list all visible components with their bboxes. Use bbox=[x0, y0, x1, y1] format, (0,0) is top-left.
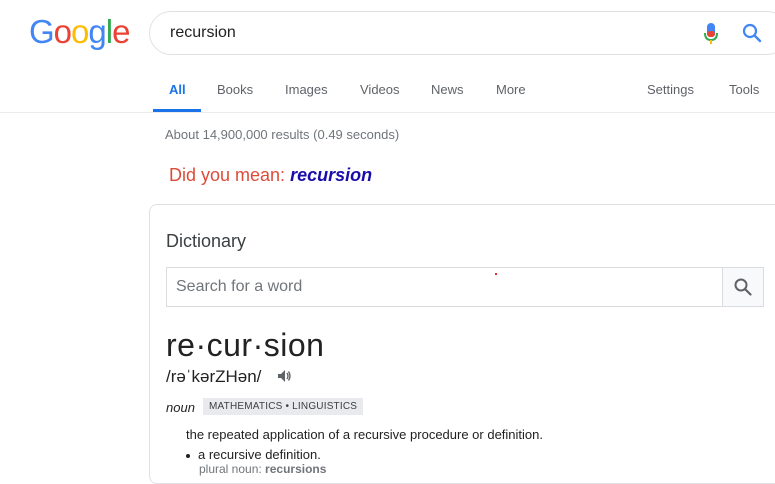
tab-videos[interactable]: Videos bbox=[360, 82, 400, 97]
tab-more[interactable]: More bbox=[496, 82, 526, 97]
did-you-mean: Did you mean: recursion bbox=[169, 165, 372, 186]
tab-news[interactable]: News bbox=[431, 82, 464, 97]
logo-letter-o1: o bbox=[53, 13, 72, 50]
nav-divider bbox=[0, 112, 775, 113]
headword: re·cur·sion bbox=[166, 327, 325, 363]
dictionary-title: Dictionary bbox=[166, 231, 247, 251]
logo-letter-g2: g bbox=[88, 13, 106, 50]
did-you-mean-prefix: Did you mean: bbox=[169, 165, 291, 185]
search-box[interactable]: recursion bbox=[149, 11, 775, 55]
did-you-mean-link[interactable]: recursion bbox=[290, 165, 372, 185]
search-nav: All Books Images Videos News More Settin… bbox=[0, 82, 775, 113]
phonetic: /rəˈkərZHən/ bbox=[166, 367, 262, 386]
word-search-button[interactable] bbox=[722, 268, 763, 306]
word-search-input[interactable]: Search for a word bbox=[176, 278, 302, 296]
plural-value: recursions bbox=[265, 462, 327, 476]
bullet-dot bbox=[186, 453, 190, 458]
logo-letter-e: e bbox=[112, 13, 130, 50]
tab-settings[interactable]: Settings bbox=[647, 82, 694, 97]
result-stats: About 14,900,000 results (0.49 seconds) bbox=[165, 127, 400, 142]
speaker-icon[interactable] bbox=[276, 368, 292, 389]
plural-label: plural noun: bbox=[199, 462, 266, 476]
plural-form: plural noun: recursions bbox=[199, 462, 326, 476]
google-logo[interactable]: Google bbox=[29, 13, 130, 51]
sub-definition-text: a recursive definition. bbox=[198, 447, 321, 462]
logo-letter-g: G bbox=[29, 13, 55, 50]
part-of-speech: noun bbox=[166, 400, 195, 415]
tab-tools[interactable]: Tools bbox=[729, 82, 759, 97]
logo-letter-o2: o bbox=[71, 13, 89, 50]
tab-books[interactable]: Books bbox=[217, 82, 253, 97]
definition: the repeated application of a recursive … bbox=[186, 427, 543, 442]
dictionary-card: Dictionary Search for a word re·cur·sion… bbox=[149, 204, 775, 484]
search-icon[interactable] bbox=[742, 23, 762, 48]
tab-all[interactable]: All bbox=[169, 82, 186, 97]
word-search-field[interactable]: Search for a word bbox=[166, 267, 764, 307]
subject-tags: MATHEMATICS • LINGUISTICS bbox=[203, 398, 364, 415]
search-icon bbox=[734, 278, 752, 296]
microphone-icon[interactable] bbox=[703, 22, 719, 51]
search-input[interactable]: recursion bbox=[170, 24, 236, 42]
red-dot bbox=[495, 273, 497, 275]
sub-definition: a recursive definition. bbox=[186, 447, 321, 462]
tab-images[interactable]: Images bbox=[285, 82, 328, 97]
